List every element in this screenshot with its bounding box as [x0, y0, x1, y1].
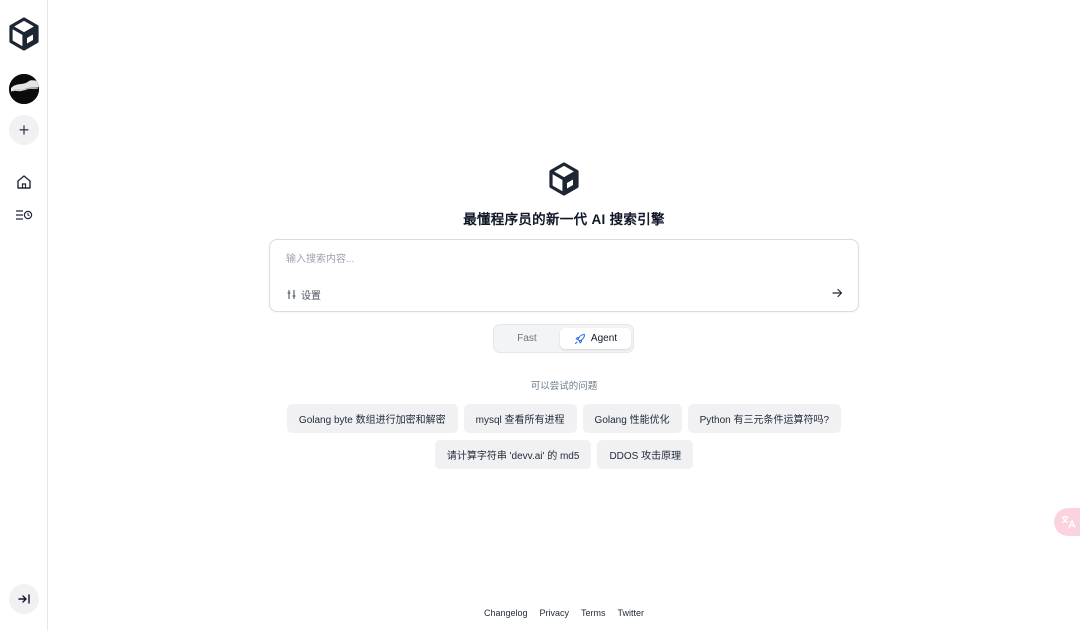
home-icon[interactable]: [14, 173, 34, 191]
suggestion-chip[interactable]: Golang byte 数组进行加密和解密: [286, 404, 458, 433]
footer-link-terms[interactable]: Terms: [581, 608, 606, 618]
mode-toggle: Fast Agent: [493, 324, 634, 353]
arrow-right-icon: [831, 288, 842, 298]
footer-link-twitter[interactable]: Twitter: [618, 608, 645, 618]
suggestions-label: 可以尝试的问题: [530, 381, 598, 392]
user-avatar[interactable]: [9, 74, 39, 104]
suggestions-row-1: Golang byte 数组进行加密和解密 mysql 查看所有进程 Golan…: [48, 404, 1080, 433]
main-content: 最懂程序员的新一代 AI 搜索引擎 设置 Fast Agent: [48, 0, 1080, 631]
suggestion-chip[interactable]: 请计算字符串 'devv.ai' 的 md5: [434, 440, 592, 469]
history-list-icon[interactable]: [14, 207, 34, 223]
plus-icon: +: [18, 120, 30, 140]
expand-sidebar-button[interactable]: [9, 584, 39, 614]
footer: Changelog Privacy Terms Twitter: [48, 608, 1080, 618]
footer-link-privacy[interactable]: Privacy: [540, 608, 570, 618]
sliders-icon: [287, 290, 296, 299]
page-title: 最懂程序员的新一代 AI 搜索引擎: [463, 212, 665, 227]
suggestions-row-2: 请计算字符串 'devv.ai' 的 md5 DDOS 攻击原理: [48, 440, 1080, 469]
mode-fast-button[interactable]: Fast: [497, 328, 557, 349]
rocket-icon: [574, 333, 585, 344]
translate-icon: [1061, 515, 1076, 529]
sidebar: +: [0, 0, 48, 631]
mode-fast-label: Fast: [517, 333, 537, 344]
suggestion-chip[interactable]: DDOS 攻击原理: [597, 440, 694, 469]
suggestion-chip[interactable]: Golang 性能优化: [582, 404, 682, 433]
translate-button[interactable]: [1054, 508, 1080, 536]
suggestion-chip[interactable]: mysql 查看所有进程: [463, 404, 577, 433]
expand-sidebar-icon: [18, 594, 30, 604]
settings-button[interactable]: 设置: [286, 287, 321, 302]
send-button[interactable]: [830, 286, 844, 300]
mode-agent-button[interactable]: Agent: [560, 328, 631, 349]
search-input[interactable]: [286, 250, 826, 268]
mode-agent-label: Agent: [590, 333, 618, 344]
cube-logo-icon[interactable]: [8, 17, 40, 51]
settings-label: 设置: [301, 291, 321, 302]
cube-logo-icon: [548, 162, 580, 196]
footer-link-changelog[interactable]: Changelog: [484, 608, 528, 618]
suggestion-chip[interactable]: Python 有三元条件运算符吗?: [687, 404, 842, 433]
search-box: 设置: [269, 239, 859, 312]
new-chat-button[interactable]: +: [9, 115, 39, 145]
